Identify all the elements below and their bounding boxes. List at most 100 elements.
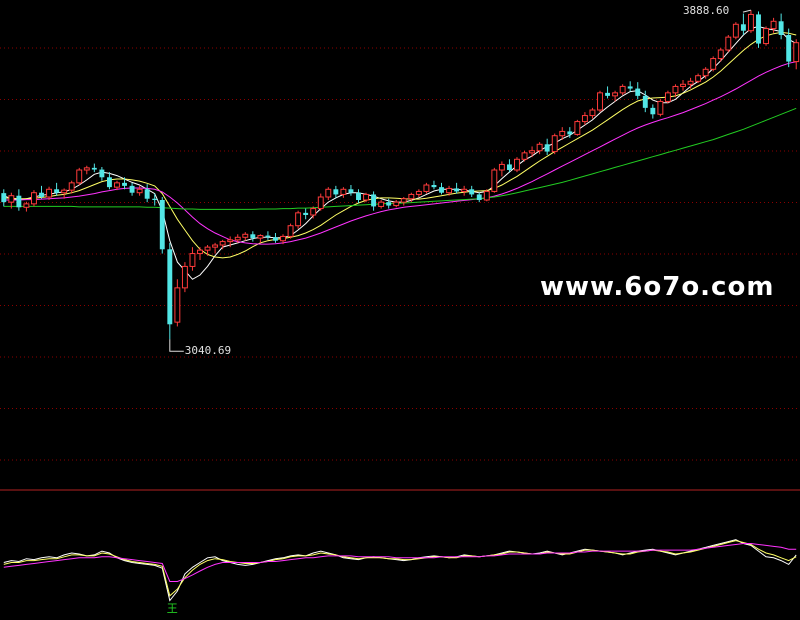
- candle[interactable]: [325, 187, 332, 200]
- candle[interactable]: [46, 186, 53, 200]
- candle[interactable]: [589, 107, 596, 119]
- candle[interactable]: [498, 161, 505, 177]
- high-price-pointer: [742, 9, 752, 13]
- candle-body: [159, 200, 165, 250]
- candle[interactable]: [423, 182, 430, 194]
- candle[interactable]: [181, 262, 188, 293]
- candle[interactable]: [476, 192, 482, 203]
- candle[interactable]: [544, 138, 550, 155]
- candle[interactable]: [333, 185, 339, 198]
- candle[interactable]: [529, 146, 536, 158]
- candle[interactable]: [204, 245, 211, 256]
- candle[interactable]: [710, 56, 717, 72]
- candle[interactable]: [454, 182, 460, 194]
- candle-body: [778, 21, 784, 35]
- candle-body: [756, 14, 761, 44]
- candle[interactable]: [144, 184, 150, 203]
- candle[interactable]: [521, 150, 528, 162]
- candle[interactable]: [99, 167, 105, 181]
- candle[interactable]: [431, 180, 437, 190]
- candle[interactable]: [650, 104, 656, 119]
- candle-body: [242, 233, 249, 238]
- candle[interactable]: [23, 201, 30, 212]
- candle[interactable]: [174, 279, 181, 327]
- candle-body: [181, 265, 188, 289]
- candle[interactable]: [763, 26, 769, 46]
- candle[interactable]: [219, 239, 226, 250]
- candle[interactable]: [310, 206, 317, 219]
- candle[interactable]: [657, 99, 664, 117]
- candle-body: [770, 20, 777, 30]
- candle[interactable]: [635, 82, 641, 100]
- candle-body: [597, 92, 603, 111]
- candle[interactable]: [680, 80, 686, 91]
- candle-body: [393, 201, 400, 207]
- candle[interactable]: [317, 193, 324, 211]
- candle[interactable]: [348, 185, 354, 196]
- candle[interactable]: [83, 165, 90, 175]
- candle[interactable]: [136, 185, 143, 196]
- candle[interactable]: [664, 90, 671, 104]
- candle[interactable]: [76, 167, 83, 185]
- candle[interactable]: [605, 86, 610, 99]
- candle[interactable]: [371, 191, 377, 211]
- candle[interactable]: [725, 35, 732, 53]
- candle[interactable]: [415, 189, 422, 197]
- candle[interactable]: [551, 133, 558, 155]
- candle[interactable]: [732, 22, 739, 40]
- candle[interactable]: [152, 193, 158, 206]
- candle-body: [400, 198, 407, 203]
- candle[interactable]: [1, 189, 7, 207]
- candle[interactable]: [461, 185, 468, 196]
- candle[interactable]: [189, 247, 196, 271]
- candle[interactable]: [378, 200, 385, 209]
- candle[interactable]: [786, 28, 792, 68]
- candle[interactable]: [469, 185, 475, 197]
- candle[interactable]: [483, 189, 490, 202]
- candle[interactable]: [574, 119, 581, 136]
- candle-body: [431, 185, 437, 188]
- candle[interactable]: [393, 200, 400, 208]
- candle[interactable]: [687, 77, 694, 89]
- candle[interactable]: [68, 180, 75, 194]
- candle[interactable]: [197, 247, 203, 260]
- candle[interactable]: [39, 185, 44, 199]
- candle[interactable]: [16, 189, 22, 211]
- candle[interactable]: [439, 182, 444, 195]
- candle-body: [589, 109, 596, 117]
- candle[interactable]: [756, 11, 761, 48]
- candle[interactable]: [273, 233, 278, 243]
- candle[interactable]: [514, 157, 520, 173]
- candle[interactable]: [793, 39, 800, 70]
- candle[interactable]: [340, 187, 347, 198]
- candle[interactable]: [257, 234, 264, 243]
- candle[interactable]: [265, 231, 271, 240]
- candle[interactable]: [295, 210, 302, 229]
- candle[interactable]: [356, 189, 361, 203]
- candle-body: [136, 188, 143, 194]
- candle[interactable]: [91, 163, 97, 173]
- candle[interactable]: [287, 223, 294, 239]
- candle-body: [340, 188, 347, 195]
- candle[interactable]: [250, 231, 256, 242]
- candle[interactable]: [54, 182, 60, 196]
- candle[interactable]: [597, 90, 603, 113]
- candle[interactable]: [31, 190, 37, 207]
- candle[interactable]: [627, 81, 633, 92]
- candle[interactable]: [491, 167, 498, 193]
- candle[interactable]: [778, 13, 784, 40]
- candle[interactable]: [619, 84, 626, 95]
- candle[interactable]: [167, 242, 173, 340]
- candle[interactable]: [747, 10, 754, 33]
- candle[interactable]: [129, 182, 135, 196]
- candle[interactable]: [242, 232, 249, 241]
- candle[interactable]: [159, 197, 165, 254]
- candle[interactable]: [106, 172, 112, 190]
- candle[interactable]: [303, 208, 309, 220]
- candle[interactable]: [212, 242, 219, 254]
- candle-body: [129, 185, 135, 193]
- candle[interactable]: [695, 73, 702, 83]
- candle[interactable]: [581, 112, 588, 125]
- candle[interactable]: [740, 13, 746, 35]
- candle[interactable]: [400, 197, 407, 206]
